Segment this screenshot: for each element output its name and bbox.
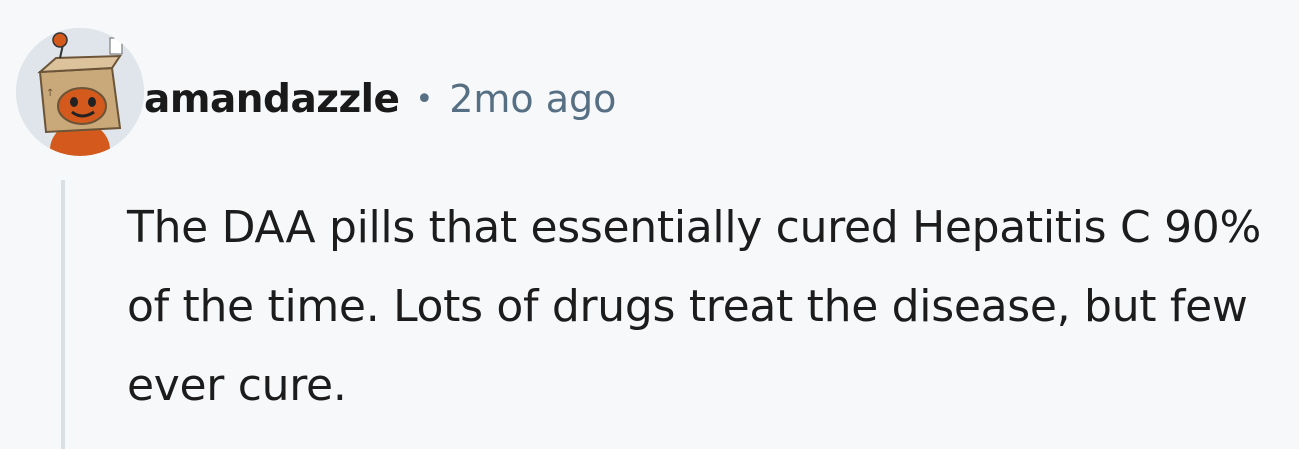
comment-header: amandazzle • 2mo ago xyxy=(144,72,616,126)
svg-text:↑: ↑ xyxy=(46,88,54,99)
comment: ↑ amandazzle • 2mo ago The DAA pills tha… xyxy=(0,0,1299,449)
snoo-avatar-icon: ↑ xyxy=(16,28,144,156)
thread-line[interactable] xyxy=(61,180,65,449)
username-link[interactable]: amandazzle xyxy=(144,77,400,122)
comment-body: The DAA pills that essentially cured Hep… xyxy=(127,202,1261,411)
separator-dot: • xyxy=(415,81,434,117)
timestamp[interactable]: 2mo ago xyxy=(449,77,616,121)
user-avatar[interactable]: ↑ xyxy=(16,28,144,156)
